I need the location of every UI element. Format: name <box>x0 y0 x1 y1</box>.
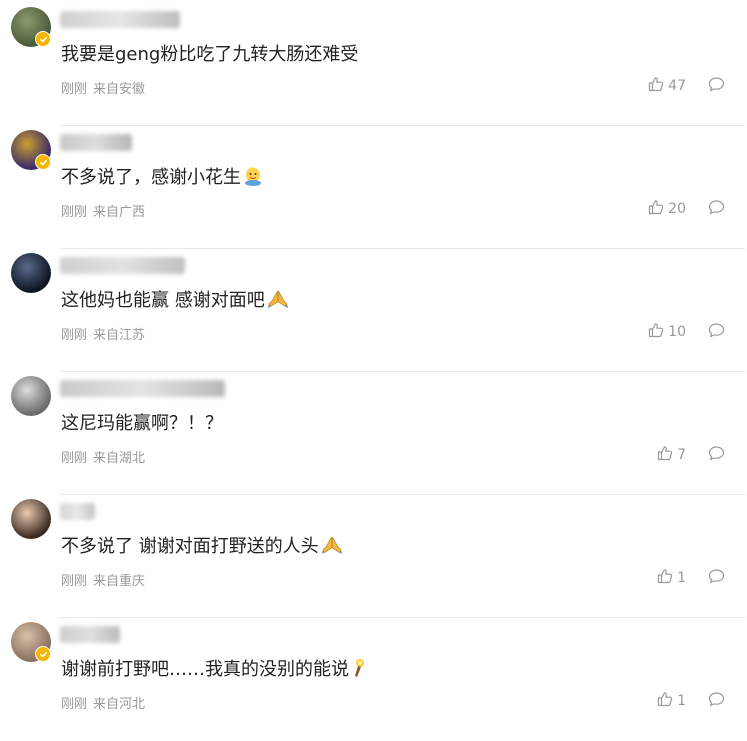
comment-location: 来自湖北 <box>93 451 146 466</box>
comment-item: 不多说了，感谢小花生 刚刚 来自广西 20 <box>0 126 747 249</box>
thumbs-up-icon <box>648 76 664 96</box>
username-redacted[interactable] <box>60 11 180 28</box>
like-button[interactable]: 20 <box>648 199 686 219</box>
like-button[interactable]: 1 <box>657 691 686 711</box>
comment-actions: 7 <box>657 445 725 465</box>
comment-actions: 20 <box>648 199 725 219</box>
avatar-container <box>0 618 60 678</box>
comment-bubble-icon <box>708 568 725 588</box>
comment-item: 这他妈也能赢 感谢对面吧 刚刚 来自江苏 10 <box>0 249 747 372</box>
comment-text: 这他妈也能赢 感谢对面吧 <box>61 289 289 316</box>
like-button[interactable]: 7 <box>657 445 686 465</box>
username-redacted[interactable] <box>60 626 120 643</box>
comment-text: 不多说了，感谢小花生 <box>61 166 263 193</box>
comment-actions: 1 <box>657 691 725 711</box>
reply-button[interactable] <box>708 568 725 588</box>
reply-button[interactable] <box>708 76 725 96</box>
like-count: 1 <box>677 570 686 586</box>
torch-emoji <box>351 658 367 685</box>
like-count: 47 <box>668 78 686 94</box>
comment-time: 刚刚 <box>61 205 88 220</box>
thumbs-up-icon <box>648 199 664 219</box>
comment-bubble-icon <box>708 445 725 465</box>
comment-item: 不多说了 谢谢对面打野送的人头 刚刚 来自重庆 1 <box>0 495 747 618</box>
thumbs-up-icon <box>657 445 673 465</box>
comment-text: 我要是geng粉比吃了九转大肠还难受 <box>61 43 358 67</box>
verified-badge-icon <box>35 31 51 47</box>
comment-bubble-icon <box>708 691 725 711</box>
comment-time: 刚刚 <box>61 451 88 466</box>
peanut-face-emoji <box>243 166 263 193</box>
comment-bubble-icon <box>708 199 725 219</box>
comment-item: 我要是geng粉比吃了九转大肠还难受 刚刚 来自安徽 47 <box>0 3 747 126</box>
avatar-container <box>0 372 60 432</box>
reply-button[interactable] <box>708 322 725 342</box>
comment-text-content: 这尼玛能赢啊？！？ <box>61 413 223 434</box>
comment-text-content: 不多说了，感谢小花生 <box>61 167 241 188</box>
like-count: 10 <box>668 324 686 340</box>
reply-button[interactable] <box>708 691 725 711</box>
thumbs-up-icon <box>657 691 673 711</box>
avatar-container <box>0 249 60 309</box>
username-redacted[interactable] <box>60 380 225 397</box>
comment-actions: 10 <box>648 322 725 342</box>
username-redacted[interactable] <box>60 503 95 520</box>
avatar[interactable] <box>11 376 51 416</box>
comment-actions: 47 <box>648 76 725 96</box>
comment-actions: 1 <box>657 568 725 588</box>
comment-meta: 刚刚 来自河北 <box>61 693 145 712</box>
avatar-container <box>0 126 60 186</box>
pray-emoji <box>321 535 343 562</box>
comment-meta: 刚刚 来自安徽 <box>61 78 145 97</box>
comment-time: 刚刚 <box>61 574 88 589</box>
comment-bubble-icon <box>708 322 725 342</box>
avatar[interactable] <box>11 499 51 539</box>
comment-meta: 刚刚 来自江苏 <box>61 324 145 343</box>
comment-text: 谢谢前打野吧……我真的没别的能说 <box>61 658 367 685</box>
thumbs-up-icon <box>657 568 673 588</box>
avatar-container <box>0 3 60 63</box>
like-button[interactable]: 47 <box>648 76 686 96</box>
like-button[interactable]: 10 <box>648 322 686 342</box>
comment-time: 刚刚 <box>61 328 88 343</box>
username-redacted[interactable] <box>60 134 132 151</box>
pray-emoji <box>267 289 289 316</box>
comment-item: 谢谢前打野吧……我真的没别的能说 刚刚 来自河北 1 <box>0 618 747 741</box>
comment-text-content: 谢谢前打野吧……我真的没别的能说 <box>61 659 349 680</box>
like-count: 1 <box>677 693 686 709</box>
like-count: 20 <box>668 201 686 217</box>
like-count: 7 <box>677 447 686 463</box>
avatar-container <box>0 495 60 555</box>
comment-text: 不多说了 谢谢对面打野送的人头 <box>61 535 343 562</box>
comment-location: 来自安徽 <box>93 82 146 97</box>
comment-location: 来自重庆 <box>93 574 146 589</box>
comment-meta: 刚刚 来自湖北 <box>61 447 145 466</box>
username-redacted[interactable] <box>60 257 185 274</box>
comment-text: 这尼玛能赢啊？！？ <box>61 412 223 436</box>
thumbs-up-icon <box>648 322 664 342</box>
avatar[interactable] <box>11 253 51 293</box>
verified-badge-icon <box>35 154 51 170</box>
comment-meta: 刚刚 来自广西 <box>61 201 145 220</box>
comment-location: 来自江苏 <box>93 328 146 343</box>
comment-bubble-icon <box>708 76 725 96</box>
reply-button[interactable] <box>708 445 725 465</box>
comment-time: 刚刚 <box>61 82 88 97</box>
reply-button[interactable] <box>708 199 725 219</box>
like-button[interactable]: 1 <box>657 568 686 588</box>
verified-badge-icon <box>35 646 51 662</box>
comment-meta: 刚刚 来自重庆 <box>61 570 145 589</box>
comment-item: 这尼玛能赢啊？！？ 刚刚 来自湖北 7 <box>0 372 747 495</box>
comment-text-content: 不多说了 谢谢对面打野送的人头 <box>61 536 319 557</box>
comment-text-content: 这他妈也能赢 感谢对面吧 <box>61 290 265 311</box>
comment-text-content: 我要是geng粉比吃了九转大肠还难受 <box>61 44 359 65</box>
comment-location: 来自河北 <box>93 697 146 712</box>
comment-time: 刚刚 <box>61 697 88 712</box>
comment-location: 来自广西 <box>93 205 146 220</box>
